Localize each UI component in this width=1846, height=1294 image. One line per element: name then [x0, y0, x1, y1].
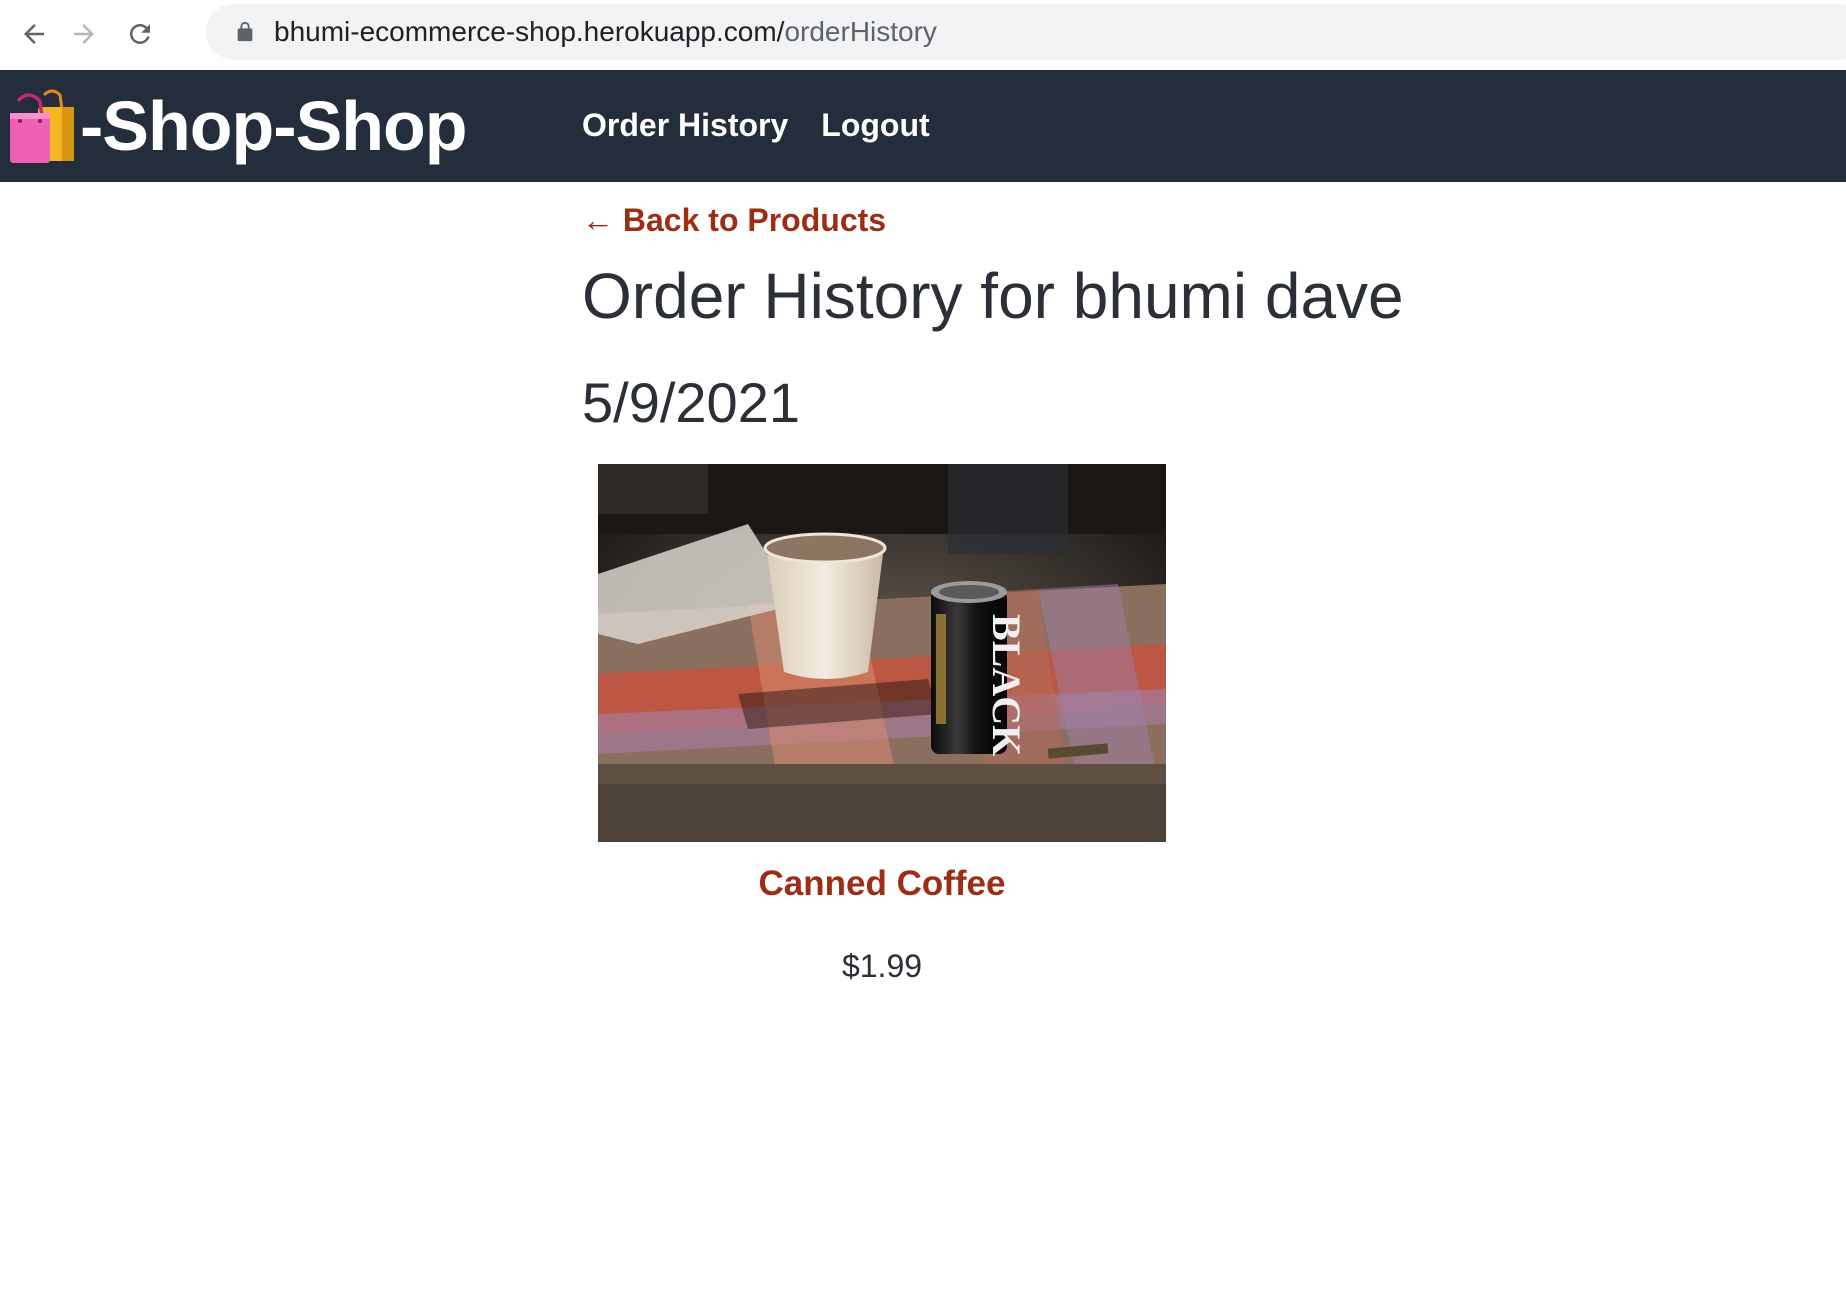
- shopping-bags-icon: [4, 87, 80, 165]
- product-name[interactable]: Canned Coffee: [598, 862, 1166, 906]
- url-path: orderHistory: [784, 16, 937, 47]
- arrow-left-icon[interactable]: [14, 14, 54, 54]
- main-nav: Order History Logout: [582, 104, 930, 146]
- nav-logout[interactable]: Logout: [821, 104, 929, 146]
- reload-icon[interactable]: [120, 14, 160, 54]
- product-image[interactable]: BLACK: [598, 464, 1166, 842]
- svg-text:BLACK: BLACK: [984, 614, 1029, 756]
- arrow-right-icon[interactable]: [64, 14, 104, 54]
- product-price: $1.99: [841, 948, 923, 984]
- url-text: bhumi-ecommerce-shop.herokuapp.com/order…: [274, 16, 937, 48]
- site-logo[interactable]: -Shop-Shop: [4, 84, 468, 168]
- logo-text: -Shop-Shop: [80, 87, 468, 165]
- lock-icon: [234, 21, 256, 43]
- order-date: 5/9/2021: [582, 371, 800, 434]
- url-host: bhumi-ecommerce-shop.herokuapp.com/: [274, 16, 785, 47]
- back-to-products-link[interactable]: ← Back to Products: [582, 200, 886, 240]
- site-header: -Shop-Shop Order History Logout: [0, 70, 1846, 182]
- page-title: Order History for bhumi dave: [582, 260, 1404, 332]
- product-card: BLACK Canned Coffee $1.99: [598, 464, 1166, 986]
- browser-toolbar: bhumi-ecommerce-shop.herokuapp.com/order…: [0, 0, 1846, 70]
- address-bar[interactable]: bhumi-ecommerce-shop.herokuapp.com/order…: [206, 4, 1846, 60]
- nav-order-history[interactable]: Order History: [582, 104, 788, 146]
